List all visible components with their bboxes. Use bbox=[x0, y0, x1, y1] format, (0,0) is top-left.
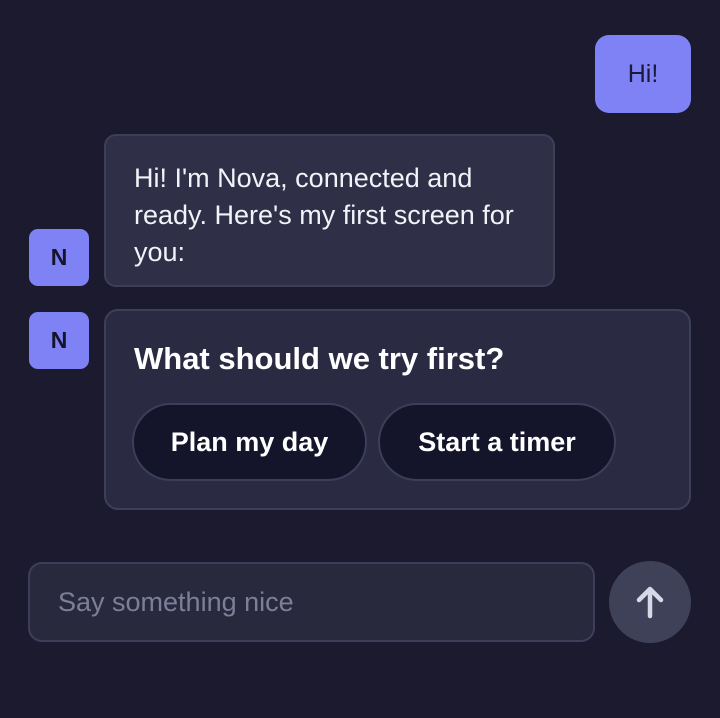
plan-my-day-button[interactable]: Plan my day bbox=[132, 403, 367, 481]
start-a-timer-button[interactable]: Start a timer bbox=[378, 403, 616, 481]
suggestion-card-title: What should we try first? bbox=[134, 341, 505, 376]
bot-message-text: Hi! I'm Nova, connected and ready. Here'… bbox=[134, 163, 514, 267]
suggestion-card: What should we try first? Plan my day St… bbox=[104, 309, 691, 510]
bot-message-bubble: Hi! I'm Nova, connected and ready. Here'… bbox=[104, 134, 555, 287]
user-message-bubble: Hi! bbox=[595, 35, 691, 113]
arrow-up-icon bbox=[636, 586, 664, 619]
bot-avatar: N bbox=[29, 312, 89, 369]
message-input[interactable] bbox=[28, 562, 595, 642]
user-message-text: Hi! bbox=[627, 59, 659, 88]
send-button[interactable] bbox=[609, 561, 691, 643]
bot-avatar: N bbox=[29, 229, 89, 286]
